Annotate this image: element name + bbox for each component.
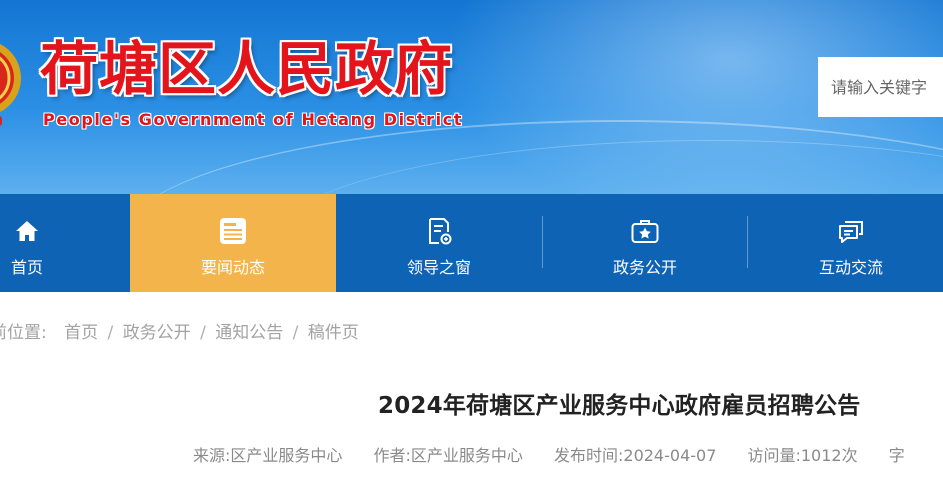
nav-divider (542, 216, 543, 268)
nav-item-government-affairs[interactable]: 政务公开 (542, 194, 748, 292)
site-subtitle: People's Government of Hetang District (43, 110, 464, 129)
home-icon (16, 221, 38, 241)
nav-label: 要闻动态 (200, 258, 265, 277)
breadcrumb-current: 稿件页 (307, 323, 359, 343)
meta-publish-date: 发布时间:2024-04-07 (554, 446, 717, 465)
national-emblem-icon (0, 44, 21, 126)
breadcrumb-label: 前位置: (0, 323, 47, 343)
briefcase-star-icon (631, 220, 659, 243)
chat-icon (839, 221, 863, 243)
breadcrumb: 前位置: 首页 / 政务公开 / 通知公告 / 稿件页 (0, 318, 359, 343)
breadcrumb-link-notices[interactable]: 通知公告 (215, 323, 283, 343)
nav-item-leaders[interactable]: 领导之窗 (336, 194, 542, 292)
breadcrumb-separator: / (107, 323, 114, 343)
nav-label: 首页 (10, 258, 43, 277)
nav-item-home[interactable]: 首页 (0, 194, 130, 292)
breadcrumb-separator: / (292, 323, 299, 343)
nav-item-news[interactable]: 要闻动态 (130, 194, 336, 292)
nav-label: 政务公开 (612, 258, 677, 277)
site-title: 荷塘区人民政府 (40, 35, 454, 103)
nav-label: 领导之窗 (406, 258, 471, 277)
header-banner: 荷塘区人民政府 People's Government of Hetang Di… (0, 0, 943, 194)
meta-view-count: 访问量:1012次 (747, 446, 858, 465)
document-icon (429, 218, 452, 245)
meta-author: 作者:区产业服务中心 (373, 446, 523, 465)
breadcrumb-link-home[interactable]: 首页 (64, 323, 98, 343)
nav-label: 互动交流 (818, 258, 883, 277)
breadcrumb-separator: / (200, 323, 206, 343)
article-title: 2024年荷塘区产业服务中心政府雇员招聘公告 (378, 393, 861, 419)
breadcrumb-link-government-affairs[interactable]: 政务公开 (123, 323, 191, 343)
nav-item-interaction[interactable]: 互动交流 (748, 194, 943, 292)
search-input[interactable] (818, 57, 943, 117)
nav-divider (747, 216, 748, 268)
newspaper-icon (220, 218, 246, 244)
meta-source: 来源:区产业服务中心 (193, 446, 343, 465)
article-meta: 来源:区产业服务中心 作者:区产业服务中心 发布时间:2024-04-07 访问… (193, 442, 905, 466)
main-nav: 首页 要闻动态 领导之窗 政务公开 互动交流 (0, 194, 943, 292)
meta-font-size-toggle[interactable]: 字 (889, 446, 905, 465)
